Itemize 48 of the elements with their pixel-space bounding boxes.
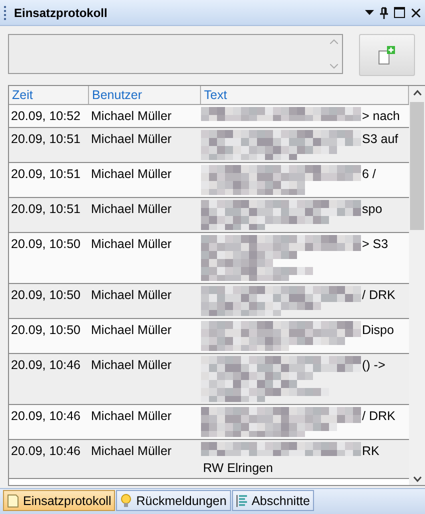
- table-cell-text: / DRK: [361, 408, 396, 424]
- table-cell-text: Michael Müller: [90, 108, 173, 125]
- add-entry-button[interactable]: [359, 34, 415, 76]
- table-cell-text: 6 /: [361, 166, 376, 182]
- table-cell-text: Michael Müller: [90, 322, 173, 339]
- window-title: Einsatzprotokoll: [14, 6, 108, 20]
- dropdown-icon[interactable]: [365, 10, 374, 15]
- table-cell-text: Michael Müller: [90, 443, 173, 460]
- grip-icon[interactable]: [4, 6, 8, 20]
- table-cell-text: Michael Müller: [90, 287, 173, 304]
- table-cell-text: 20.09, 10:52: [10, 108, 82, 125]
- bulb-icon: [120, 494, 132, 508]
- table-cell-text: > S3: [361, 236, 388, 252]
- table-cell-text: / DRK: [361, 287, 396, 303]
- table-cell-text: > nach: [361, 108, 400, 124]
- table-cell-text: spo: [361, 201, 382, 217]
- new-document-icon: [378, 45, 396, 65]
- table-cell-text: () ->: [361, 357, 386, 373]
- panel-tab[interactable]: Einsatzprotokoll: [3, 490, 116, 511]
- table-cell-text: S3 auf: [361, 131, 398, 147]
- table-cell-text: Michael Müller: [90, 131, 173, 148]
- table-cell-text: Michael Müller: [90, 236, 173, 253]
- table-cell-text: Michael Müller: [90, 357, 173, 374]
- list-icon: [236, 494, 248, 508]
- table-cell-text: Michael Müller: [90, 408, 173, 425]
- table-cell-text: RK: [361, 443, 380, 459]
- table-cell-text: Michael Müller: [90, 166, 173, 183]
- table-cell-text: 20.09, 10:46: [10, 357, 82, 374]
- column-header[interactable]: Benutzer: [89, 86, 201, 104]
- panel-tab[interactable]: Abschnitte: [232, 490, 314, 511]
- table-cell-text: 20.09, 10:51: [10, 201, 82, 218]
- pin-icon[interactable]: [380, 6, 388, 18]
- table-cell-text: 20.09, 10:50: [10, 236, 82, 253]
- panel-tab[interactable]: Rückmeldungen: [116, 490, 231, 511]
- column-header[interactable]: Zeit: [9, 86, 89, 104]
- table-cell-text: 20.09, 10:46: [10, 443, 82, 460]
- table-cell-text: Dispo: [361, 322, 394, 338]
- note-icon: [7, 494, 19, 508]
- maximize-icon[interactable]: [394, 7, 405, 18]
- table-cell-text: 20.09, 10:51: [10, 131, 82, 148]
- table-cell-text: 20.09, 10:46: [10, 408, 82, 425]
- table-cell-text: Michael Müller: [90, 201, 173, 218]
- close-icon[interactable]: [411, 8, 421, 18]
- scrollbar-thumb[interactable]: [410, 102, 424, 230]
- table-cell-text: 20.09, 10:51: [10, 166, 82, 183]
- table-cell-text: 20.09, 10:50: [10, 287, 82, 304]
- table-cell-text: RW Elringen: [202, 460, 274, 476]
- table-cell-text: 20.09, 10:50: [10, 322, 82, 339]
